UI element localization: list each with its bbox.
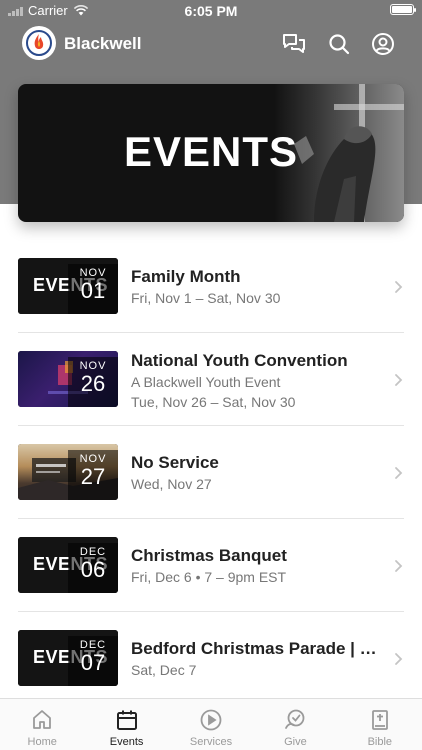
date-day: 01: [80, 278, 106, 303]
event-title: Christmas Banquet: [131, 546, 287, 565]
top-nav: Blackwell: [0, 24, 422, 64]
event-thumbnail: EVENTS DEC 06: [18, 537, 118, 593]
list-item[interactable]: EVENTS DEC 06 Christmas Banquet Fri, Dec…: [18, 519, 404, 612]
tab-services[interactable]: Services: [169, 699, 253, 750]
list-item[interactable]: EVENTS NOV 01 Family Month Fri, Nov 1 – …: [18, 240, 404, 333]
tab-bar: Home Events Services Give Bible: [0, 698, 422, 750]
chevron-right-icon: [395, 281, 403, 293]
status-time: 6:05 PM: [184, 3, 238, 19]
chevron-right-icon: [395, 467, 403, 479]
event-title: Bedford Christmas Parade | Co...: [131, 639, 386, 658]
tab-label: Bible: [367, 736, 393, 748]
search-icon[interactable]: [326, 31, 352, 57]
event-date: Fri, Nov 1 – Sat, Nov 30: [131, 290, 281, 306]
date-badge: NOV 26: [68, 357, 118, 407]
hero-title: EVENTS: [123, 128, 299, 175]
tab-events[interactable]: Events: [84, 699, 168, 750]
status-bar: Carrier 6:05 PM: [0, 0, 422, 22]
chevron-right-icon: [395, 653, 403, 665]
tab-home[interactable]: Home: [0, 699, 84, 750]
date-badge: DEC 06: [68, 543, 118, 593]
bible-icon: [371, 710, 388, 730]
date-badge: NOV 01: [68, 264, 118, 314]
give-icon: [285, 709, 305, 729]
chevron-right-icon: [395, 374, 403, 386]
tab-label: Services: [189, 736, 233, 748]
battery-icon: [390, 4, 416, 15]
event-title: Family Month: [131, 267, 241, 286]
app-name: Blackwell: [64, 34, 142, 53]
list-item[interactable]: NOV 26 National Youth Convention A Black…: [18, 333, 404, 426]
event-thumbnail: EVENTS NOV 01: [18, 258, 118, 314]
event-date: Tue, Nov 26 – Sat, Nov 30: [131, 394, 296, 410]
event-list: EVENTS NOV 01 Family Month Fri, Nov 1 – …: [18, 240, 404, 705]
home-icon: [33, 710, 52, 729]
flame-logo-icon: [26, 30, 52, 56]
event-thumbnail: NOV 27: [18, 444, 118, 500]
event-thumbnail: NOV 26: [18, 351, 118, 407]
app-logo[interactable]: [22, 26, 56, 60]
tab-label: Home: [27, 736, 57, 748]
messages-icon[interactable]: [281, 31, 307, 57]
list-item[interactable]: EVENTS DEC 07 Bedford Christmas Parade |…: [18, 612, 404, 705]
tab-label: Events: [109, 736, 144, 748]
events-hero-banner: EVENTS: [18, 84, 404, 222]
date-day: 07: [80, 650, 106, 675]
tab-bible[interactable]: Bible: [338, 699, 422, 750]
event-date: Fri, Dec 6 • 7 – 9pm EST: [131, 569, 287, 585]
event-title: No Service: [131, 453, 219, 472]
date-day: 27: [80, 464, 106, 489]
date-badge: DEC 07: [68, 636, 118, 686]
date-day: 06: [80, 557, 106, 582]
date-day: 26: [80, 371, 106, 396]
date-badge: NOV 27: [68, 450, 118, 500]
profile-icon[interactable]: [370, 31, 396, 57]
event-date: Wed, Nov 27: [131, 476, 212, 492]
event-subtitle: A Blackwell Youth Event: [131, 374, 281, 390]
list-item[interactable]: NOV 27 No Service Wed, Nov 27: [18, 426, 404, 519]
tab-label: Give: [284, 736, 307, 748]
tab-give[interactable]: Give: [253, 699, 337, 750]
event-thumbnail: EVENTS DEC 07: [18, 630, 118, 686]
calendar-icon: [116, 710, 137, 730]
event-title: National Youth Convention: [131, 351, 348, 370]
chevron-right-icon: [395, 560, 403, 572]
event-date: Sat, Dec 7: [131, 662, 197, 678]
play-icon: [200, 709, 222, 731]
